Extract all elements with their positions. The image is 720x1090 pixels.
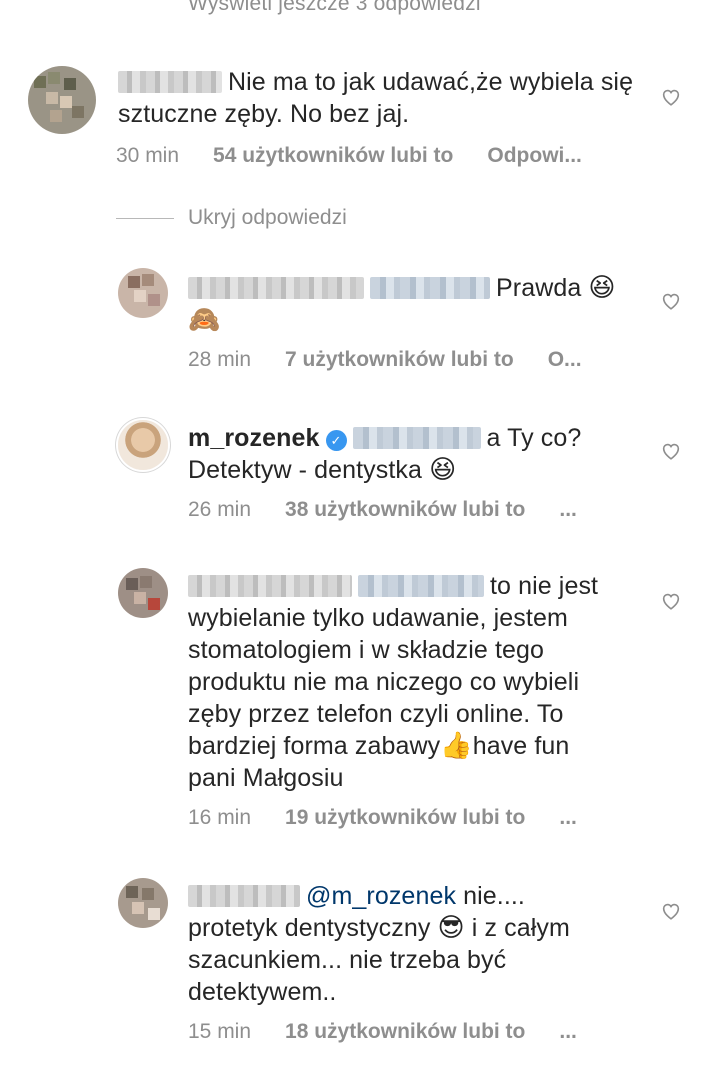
more-options-button[interactable]: ... (559, 498, 577, 521)
blurred-mention[interactable] (352, 427, 481, 449)
blurred-username[interactable] (118, 71, 222, 93)
blurred-username[interactable] (188, 277, 364, 299)
see-no-evil-monkey-emoji: 🙈 (188, 304, 221, 334)
comment-meta: 30 min 54 użytkowników lubi to Odpowi... (116, 144, 616, 168)
more-options-button[interactable]: ... (559, 806, 577, 829)
comment-text: m_rozenek ✓ a Ty co? Detektyw - dentystka … (188, 424, 582, 484)
comment-username[interactable]: m_rozenek (188, 424, 320, 452)
heart-outline-icon[interactable] (660, 440, 682, 462)
comment-text: to nie jest wybielanie tylko udawanie, j… (188, 572, 599, 792)
comment-meta: 26 min 38 użytkowników lubi to... (188, 498, 611, 522)
comment-text: Prawda 😆 🙈 (188, 272, 616, 334)
comment-meta: 28 min 7 użytkowników lubi to O... (188, 348, 616, 372)
reply-button[interactable]: O... (548, 348, 582, 371)
comment-text: Nie ma to jak udawać,że wybiela się sztu… (118, 68, 634, 128)
heart-outline-icon[interactable] (660, 590, 682, 612)
blurred-mention[interactable] (370, 277, 490, 299)
comment-time: 15 min (188, 1020, 252, 1043)
sunglasses-emoji: 😎 (437, 912, 465, 942)
blurred-username[interactable] (188, 575, 352, 597)
comment-time: 30 min (116, 144, 180, 167)
likes-count[interactable]: 19 użytkowników lubi to (285, 806, 525, 829)
hide-replies-button[interactable]: Ukryj odpowiedzi (116, 206, 347, 232)
likes-count[interactable]: 18 użytkowników lubi to (285, 1020, 525, 1043)
likes-count[interactable]: 54 użytkowników lubi to (213, 144, 453, 167)
view-more-replies-link[interactable]: Wyświetl jeszcze 3 odpowiedzi (188, 0, 481, 16)
mention-link[interactable]: @m_rozenek (306, 882, 456, 910)
avatar[interactable] (28, 66, 96, 134)
comment-time: 28 min (188, 348, 252, 371)
comment-meta: 16 min 19 użytkowników lubi to... (188, 806, 611, 830)
heart-outline-icon[interactable] (660, 86, 682, 108)
comment-text: @m_rozenek nie.... protetyk dentystyczny… (188, 882, 570, 1006)
likes-count[interactable]: 38 użytkowników lubi to (285, 498, 525, 521)
grinning-squinting-emoji: 😆 (588, 272, 616, 302)
hide-replies-label: Ukryj odpowiedzi (188, 206, 347, 229)
blurred-username[interactable] (188, 885, 300, 907)
reply-button[interactable]: Odpowi... (487, 144, 582, 167)
comment-time: 26 min (188, 498, 252, 521)
avatar[interactable] (118, 878, 168, 928)
comment-time: 16 min (188, 806, 252, 829)
blurred-mention[interactable] (358, 575, 484, 597)
divider-line (116, 217, 174, 219)
avatar[interactable] (118, 420, 168, 470)
avatar[interactable] (118, 568, 168, 618)
comment-meta: 15 min 18 użytkowników lubi to... (188, 1020, 611, 1044)
more-options-button[interactable]: ... (559, 1020, 577, 1043)
verified-badge-icon: ✓ (325, 430, 347, 451)
avatar[interactable] (118, 268, 168, 318)
heart-outline-icon[interactable] (660, 290, 682, 312)
likes-count[interactable]: 7 użytkowników lubi to (285, 348, 514, 371)
grinning-squinting-emoji: 😆 (429, 454, 457, 484)
heart-outline-icon[interactable] (660, 900, 682, 922)
thumbs-up-emoji: 👍 (440, 730, 473, 760)
